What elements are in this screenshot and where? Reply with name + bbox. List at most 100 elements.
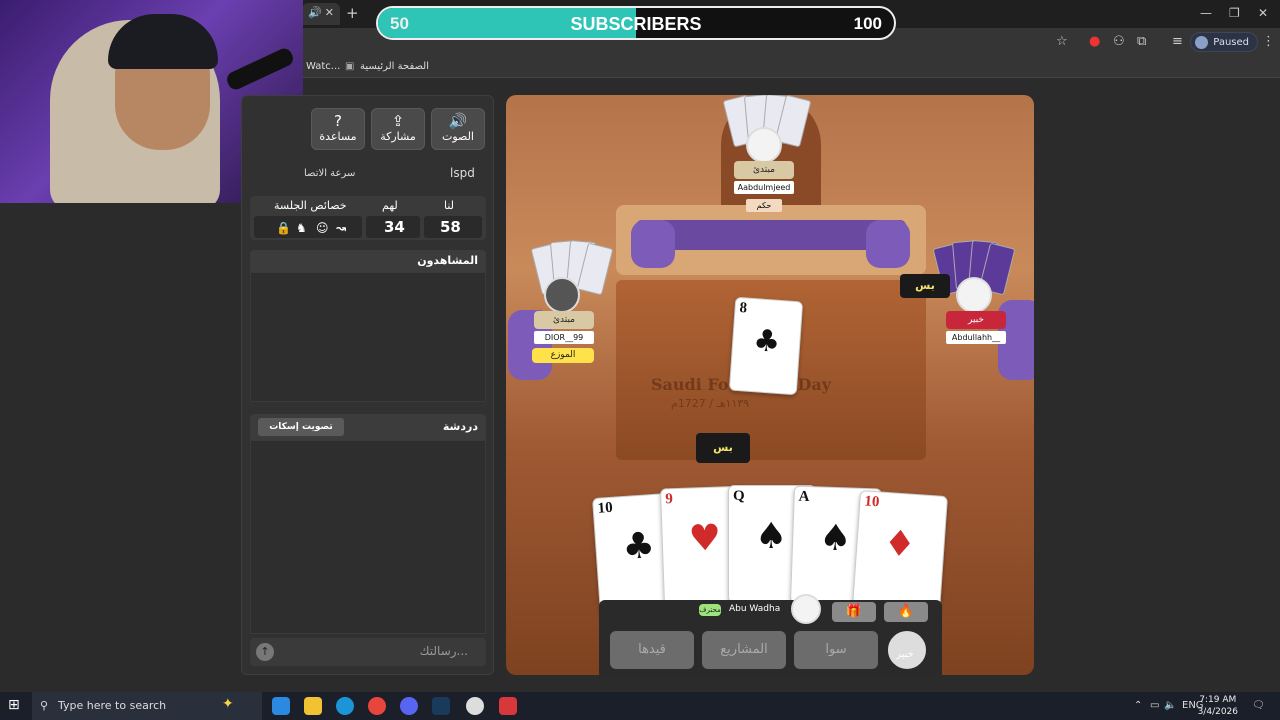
session-label: خصائص الجلسة [274,199,347,212]
steam-icon[interactable] [432,697,450,715]
room-id: lspd [450,166,475,180]
network-icon[interactable]: ▭ [1150,700,1159,711]
record-button[interactable]: قيدها [610,631,694,669]
share-button[interactable]: ⇪ مشاركة [371,108,425,150]
edge-icon[interactable] [336,697,354,715]
hand-card-suit-icon: ♠ [818,517,853,560]
extension-icon[interactable]: ⚇ [1113,34,1125,49]
right-player-avatar[interactable] [956,277,992,313]
minimize-icon[interactable]: — [1200,6,1212,20]
left-player-rank: مبتدئ [534,311,594,329]
discord-icon[interactable] [400,697,418,715]
hand-card-rank: 9 [665,491,674,508]
bookmark-item[interactable]: Watc... [306,61,340,72]
played-card: 8 ♣ [728,296,804,396]
hand-card-rank: A [798,488,810,506]
send-arrow-icon[interactable]: ↑ [256,643,274,661]
chat-header: دردشة تصويت إسكات [250,414,486,440]
hand-card-suit-icon: ♣ [621,525,657,569]
subscriber-goal-target: 100 [853,14,882,33]
mute-vote-button[interactable]: تصويت إسكات [258,418,344,436]
bookmark-item[interactable]: الصفحة الرئيسية [360,61,429,72]
top-player-avatar[interactable] [746,127,782,163]
puzzle-icon[interactable]: ⧉ [1137,34,1146,49]
right-player-speech: بس [900,274,950,298]
hand-card-rank: Q [733,488,745,504]
windows-start-icon[interactable]: ⊞ [8,697,26,715]
left-player-name: DIOR__99 [534,331,594,344]
tab-close-icon[interactable]: ✕ [325,6,334,19]
top-player-rank: مبتدئ [734,161,794,179]
connection-speed-label: سرعة الاتصا [304,168,356,179]
star-icon[interactable]: ☆ [1056,34,1068,49]
game-board: Saudi Founding Day ١١٣٩هـ / 1727م مبتدئ … [506,95,1034,675]
club-icon: ♣ [752,323,782,360]
chat-input[interactable]: ↑ رسالتك... [250,638,486,666]
horse-icon: ♞ [296,221,307,235]
self-name: Abu Wadha [729,604,781,614]
self-avatar[interactable] [791,594,821,624]
chat-log [250,440,486,634]
projects-button[interactable]: المشاريع [702,631,786,669]
speaker-icon: 🔊 [308,6,322,19]
search-icon: ⚲ [40,699,49,712]
file-explorer-icon[interactable] [304,697,322,715]
table-inscription-sub: ١١٣٩هـ / 1727م [671,397,750,410]
top-player-name: Aabdulmjeed [734,181,794,194]
sparkle-icon[interactable]: ✦ [222,696,240,714]
sound-button[interactable]: 🔊 الصوت [431,108,485,150]
restore-icon[interactable]: ❐ [1229,6,1240,20]
game-sidepanel: 🔊 الصوت ⇪ مشاركة ? مساعدة سرعة الاتصا ls… [241,95,494,675]
page-icon: ▣ [345,61,355,72]
media-icon[interactable]: ≡ [1172,34,1183,49]
microphone [224,46,296,92]
copilot-icon[interactable] [272,697,290,715]
them-score: 34 [384,218,405,236]
top-player-bid: حكم [746,199,782,212]
gift-icon[interactable]: 🎁 [832,602,876,622]
windows-taskbar: ⊞ ⚲ Type here to search ✦ ⌃ ▭ 🔈 ENG 7:19… [0,692,1280,720]
hand-card-suit-icon: ♠ [755,516,788,557]
spectators-header: المشاهدون [250,250,486,272]
hand-card-rank: 10 [863,493,880,511]
us-label: لنا [444,199,455,212]
pillow [631,220,675,268]
speaker-icon: 🔊 [448,112,468,130]
kebab-menu-icon[interactable]: ⋮ [1262,34,1275,49]
hand-card-suit-icon: ♥ [688,517,722,560]
hand-card[interactable]: 10 ♦ [851,490,949,614]
hand-card-suit-icon: ♦ [882,522,918,567]
center-speech-bubble: بس [696,433,750,463]
notification-icon[interactable]: 🗨 [1252,700,1265,711]
us-score: 58 [440,218,461,236]
taskbar-clock[interactable]: 7:19 AM 3/4/2026 [1198,694,1238,718]
browser-tab[interactable]: 🔊 ✕ [302,3,340,25]
extension-record-icon[interactable]: ● [1089,34,1100,49]
arrow-icon: ↝ [336,221,347,235]
sawa-button[interactable]: سوا [794,631,878,669]
self-rank: خبير [896,649,914,660]
chat-placeholder: رسالتك... [419,644,468,658]
dealer-badge: الموزع [532,348,594,363]
app-icon[interactable] [499,697,517,715]
them-label: لهم [382,199,398,212]
share-icon: ⇪ [391,112,405,130]
help-button[interactable]: ? مساعدة [311,108,365,150]
tray-chevron-icon[interactable]: ⌃ [1134,700,1142,711]
volume-icon[interactable]: 🔈 [1164,700,1176,711]
close-window-icon[interactable]: ✕ [1258,6,1268,20]
obs-icon[interactable] [466,697,484,715]
left-player-avatar[interactable] [544,277,580,313]
pillow [866,220,910,268]
avatar [1195,36,1209,49]
profile-paused-button[interactable]: Paused [1190,32,1258,52]
new-tab-button[interactable]: + [346,4,359,22]
right-player-rank: خبير [946,311,1006,329]
pro-badge: محترف [699,604,721,616]
chrome-icon[interactable] [368,697,386,715]
subscriber-goal-bar: 50 SUBSCRIBERS 100 [376,6,896,40]
smile-icon: ☺ [316,221,329,235]
help-icon: ? [334,112,342,130]
fire-icon[interactable]: 🔥 [884,602,928,622]
score-panel: لنا لهم خصائص الجلسة 58 34 🔒 ♞ ☺ ↝ [250,196,486,240]
